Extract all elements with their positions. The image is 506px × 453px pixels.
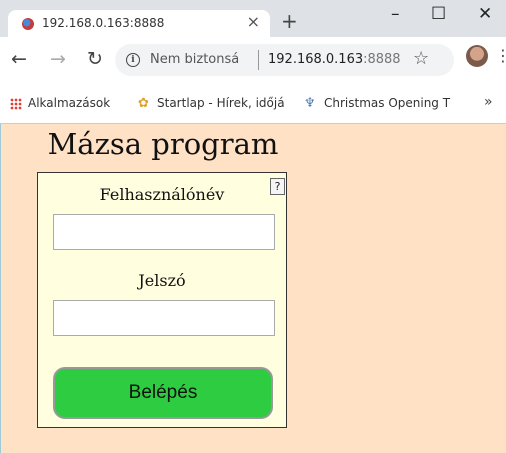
login-button[interactable]: Belépés: [53, 367, 273, 419]
bookmark-apps[interactable]: Alkalmazások: [28, 96, 110, 110]
browser-toolbar: ← → ↻ i Nem biztonsá 192.168.0.163:8888 …: [0, 37, 506, 85]
page-content: Mázsa program ? Felhasználónév Jelszó Be…: [0, 124, 506, 453]
forward-arrow-icon[interactable]: →: [50, 48, 66, 70]
active-tab[interactable]: 192.168.0.163:8888 ×: [8, 10, 270, 37]
bookmarks-bar: Alkalmazások ✿ Startlap - Hírek, időjá ♆…: [0, 85, 506, 124]
new-tab-button[interactable]: +: [281, 9, 298, 33]
tab-title: 192.168.0.163:8888: [42, 16, 165, 30]
url-host: 192.168.0.163: [268, 52, 364, 67]
login-panel: ? Felhasználónév Jelszó Belépés: [37, 172, 287, 428]
info-icon[interactable]: i: [126, 53, 140, 67]
bookmark-startlap[interactable]: Startlap - Hírek, időjá: [157, 96, 287, 110]
startlap-icon: ✿: [138, 96, 149, 111]
browser-chrome: 192.168.0.163:8888 × + – ☐ ✕ ← → ↻ i Nem…: [0, 0, 506, 124]
bookmark-star-icon[interactable]: ☆: [413, 48, 429, 69]
bookmark-christmas[interactable]: Christmas Opening T: [324, 96, 474, 110]
page-left-border: [0, 124, 1, 453]
security-status[interactable]: Nem biztonsá: [150, 52, 239, 67]
apps-grid-icon[interactable]: [10, 98, 22, 110]
username-label: Felhasználónév: [99, 185, 225, 204]
maximize-button[interactable]: ☐: [431, 4, 446, 24]
reload-icon[interactable]: ↻: [87, 48, 103, 70]
address-bar[interactable]: i Nem biztonsá 192.168.0.163:8888 ☆: [115, 44, 454, 76]
christmas-bookmark-icon: ♆: [304, 96, 316, 111]
page-title: Mázsa program: [47, 127, 279, 161]
address-separator: [258, 50, 259, 70]
window-close-button[interactable]: ✕: [478, 4, 492, 24]
site-favicon-icon: [22, 18, 34, 30]
more-bookmarks-icon[interactable]: »: [484, 94, 493, 110]
tab-close-icon[interactable]: ×: [247, 12, 260, 31]
profile-avatar[interactable]: [466, 45, 488, 67]
minimize-button[interactable]: –: [391, 4, 400, 24]
url-text[interactable]: 192.168.0.163:8888: [268, 52, 401, 67]
menu-kebab-icon[interactable]: ⋮: [495, 46, 506, 65]
password-input[interactable]: [53, 300, 275, 336]
password-label: Jelszó: [138, 271, 186, 290]
tab-bar: 192.168.0.163:8888 × + – ☐ ✕: [0, 0, 506, 37]
back-arrow-icon[interactable]: ←: [11, 48, 27, 70]
username-input[interactable]: [53, 214, 275, 250]
url-port: :8888: [363, 52, 401, 67]
